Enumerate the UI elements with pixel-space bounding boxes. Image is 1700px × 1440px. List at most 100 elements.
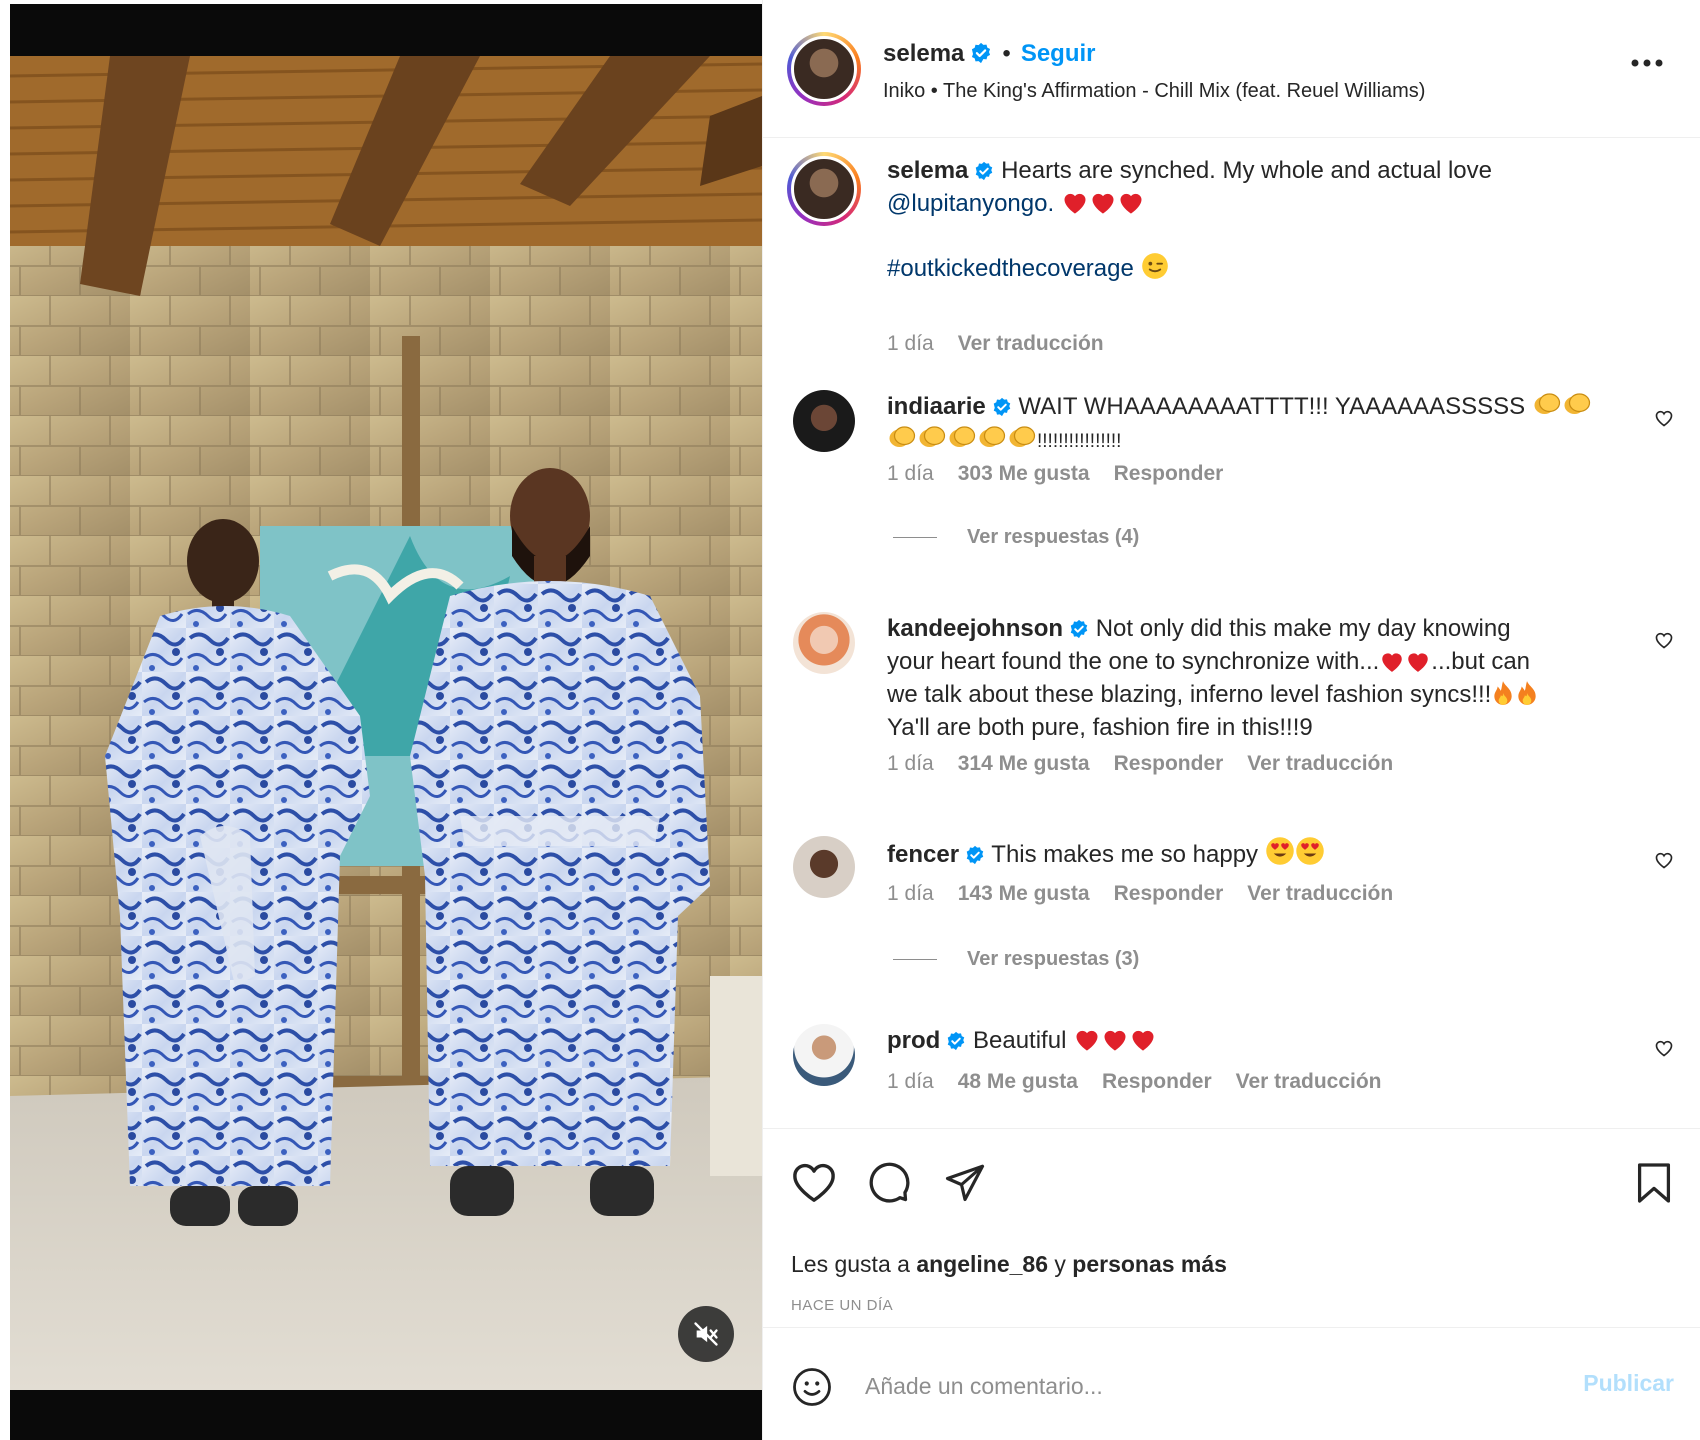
translate-button[interactable]: Ver traducción: [1236, 1070, 1382, 1093]
clap-emojis: [1532, 393, 1592, 420]
comment-likes-count[interactable]: 314 Me gusta: [958, 752, 1090, 775]
red-heart-icon: [1064, 193, 1086, 214]
author-avatar[interactable]: [787, 32, 861, 106]
red-heart-icon: [1076, 1030, 1098, 1051]
comment-item: prod Beautiful 1 día 48 Me gusta Responder…: [763, 1024, 1700, 1124]
speaker-muted-icon: [694, 1322, 718, 1346]
view-replies-button[interactable]: Ver respuestas (3): [893, 948, 1139, 971]
comment-like-heart-icon[interactable]: [1654, 408, 1674, 428]
post-side-panel: selema • Seguir Iniko • The King's Affirma…: [762, 0, 1700, 1440]
caption-avatar[interactable]: [787, 152, 861, 226]
send-icon[interactable]: [943, 1161, 987, 1203]
comment-item: indiaarie WAIT WHAAAAAAAATTTT!!! YAAAAAA…: [763, 390, 1700, 560]
comment-text: Not only did this make my day knowing: [1095, 615, 1511, 642]
red-heart-icon: [1408, 653, 1429, 672]
more-horizontal-icon[interactable]: [1630, 58, 1664, 68]
comment-text-block: prod Beautiful: [887, 1024, 1620, 1057]
comments-list[interactable]: selema Hearts are synched. My whole and …: [763, 138, 1700, 1128]
comment-text: Beautiful: [973, 1027, 1067, 1054]
reply-button[interactable]: Responder: [1114, 462, 1224, 485]
comment-likes-count[interactable]: 48 Me gusta: [958, 1070, 1078, 1093]
comment-meta: 1 día 143 Me gusta Responder Ver traducción: [887, 882, 1417, 906]
comment-like-heart-icon[interactable]: [1654, 1038, 1674, 1058]
post-actions: Les gusta a angeline_86 y personas más H…: [763, 1128, 1700, 1440]
publish-button[interactable]: Publicar: [1583, 1370, 1674, 1397]
reply-button[interactable]: Responder: [1102, 1070, 1212, 1093]
audio-track-link[interactable]: Iniko • The King's Affirmation - Chill M…: [883, 80, 1425, 103]
heart-eyes-face-icon: [1295, 837, 1324, 865]
likes-others-link[interactable]: personas más: [1072, 1251, 1227, 1277]
post-timestamp[interactable]: HACE UN DÍA: [791, 1297, 893, 1314]
bookmark-icon[interactable]: [1636, 1161, 1672, 1205]
fire-icon: [1518, 681, 1537, 705]
comment-input[interactable]: [865, 1364, 1485, 1408]
follow-button[interactable]: Seguir: [1021, 40, 1096, 67]
replies-divider: [893, 959, 937, 960]
commenter-username[interactable]: kandeejohnson: [887, 615, 1063, 642]
comment-icon[interactable]: [867, 1161, 911, 1205]
mute-toggle-button[interactable]: [678, 1306, 734, 1362]
clapping-hands-icon: [1009, 426, 1036, 447]
comment-likes-count[interactable]: 303 Me gusta: [958, 462, 1090, 485]
comment-text: WAIT WHAAAAAAAATTTT!!! YAAAAAASSSSS: [1018, 393, 1526, 420]
commenter-avatar[interactable]: [793, 612, 855, 674]
hashtag-line: #outkickedthecoverage: [887, 252, 1620, 285]
view-replies-label: Ver respuestas (3): [967, 948, 1140, 970]
translate-button[interactable]: Ver traducción: [1247, 882, 1393, 905]
caption-text-block: selema Hearts are synched. My whole and …: [887, 154, 1620, 220]
heart-eyes-face-icon: [1265, 837, 1294, 865]
clapping-hands-icon: [949, 426, 976, 447]
commenter-username[interactable]: fencer: [887, 841, 959, 868]
reply-button[interactable]: Responder: [1114, 752, 1224, 775]
header-author-line: selema • Seguir: [883, 40, 1096, 68]
clapping-hands-icon: [889, 426, 916, 447]
fire-icon: [1494, 681, 1513, 705]
caption-text: Hearts are synched. My whole and actual …: [1001, 157, 1492, 184]
comment-text-tail: !!!!!!!!!!!!!!!!: [1037, 431, 1122, 452]
caption-username[interactable]: selema: [887, 157, 968, 184]
header-username[interactable]: selema: [883, 40, 964, 67]
verified-badge-icon: [976, 161, 993, 181]
post-media[interactable]: [10, 4, 762, 1440]
likes-joiner: y: [1054, 1251, 1066, 1277]
caption-meta: 1 día Ver traducción: [887, 332, 1128, 356]
comment-like-heart-icon[interactable]: [1654, 630, 1674, 650]
comment-text-block: fencer This makes me so happy: [887, 836, 1620, 871]
commenter-avatar[interactable]: [793, 1024, 855, 1086]
likes-summary[interactable]: Les gusta a angeline_86 y personas más: [791, 1251, 1227, 1278]
hashtag-link[interactable]: #outkickedthecoverage: [887, 255, 1134, 282]
comment-meta: 1 día 303 Me gusta Responder: [887, 462, 1247, 486]
comment-text: Ya'll are both pure, fashion fire in thi…: [887, 714, 1313, 741]
translate-button[interactable]: Ver traducción: [1247, 752, 1393, 775]
header-separator: •: [1002, 40, 1011, 67]
mention-link[interactable]: @lupitanyongo.: [887, 190, 1054, 217]
commenter-username[interactable]: indiaarie: [887, 393, 986, 420]
verified-badge-icon: [972, 42, 991, 64]
comment-time: 1 día: [887, 752, 934, 775]
clapping-hands-icon: [919, 426, 946, 447]
commenter-username[interactable]: prod: [887, 1027, 940, 1054]
likes-user-link[interactable]: angeline_86: [916, 1251, 1048, 1277]
heart-icon[interactable]: [791, 1161, 837, 1203]
red-heart-emojis: [1061, 190, 1145, 217]
caption-translate-button[interactable]: Ver traducción: [958, 332, 1104, 355]
comment-text: your heart found the one to synchronize …: [887, 648, 1380, 675]
post-header: selema • Seguir Iniko • The King's Affirma…: [763, 0, 1700, 138]
commenter-avatar[interactable]: [793, 836, 855, 898]
wink-face-icon: [1141, 253, 1168, 279]
commenter-avatar[interactable]: [793, 390, 855, 452]
smiley-icon[interactable]: [791, 1366, 833, 1408]
post-photo: [10, 56, 762, 1390]
comment-text: This makes me so happy: [991, 841, 1259, 868]
comment-time: 1 día: [887, 882, 934, 905]
comment-likes-count[interactable]: 143 Me gusta: [958, 882, 1090, 905]
comment-time: 1 día: [887, 462, 934, 485]
comment-like-heart-icon[interactable]: [1654, 850, 1674, 870]
caption-time: 1 día: [887, 332, 934, 355]
red-heart-icon: [1132, 1030, 1154, 1051]
comment-text-block: kandeejohnson Not only did this make my …: [887, 612, 1620, 744]
reply-button[interactable]: Responder: [1114, 882, 1224, 905]
clapping-hands-icon: [979, 426, 1006, 447]
view-replies-button[interactable]: Ver respuestas (4): [893, 526, 1139, 549]
red-heart-icon: [1092, 193, 1114, 214]
